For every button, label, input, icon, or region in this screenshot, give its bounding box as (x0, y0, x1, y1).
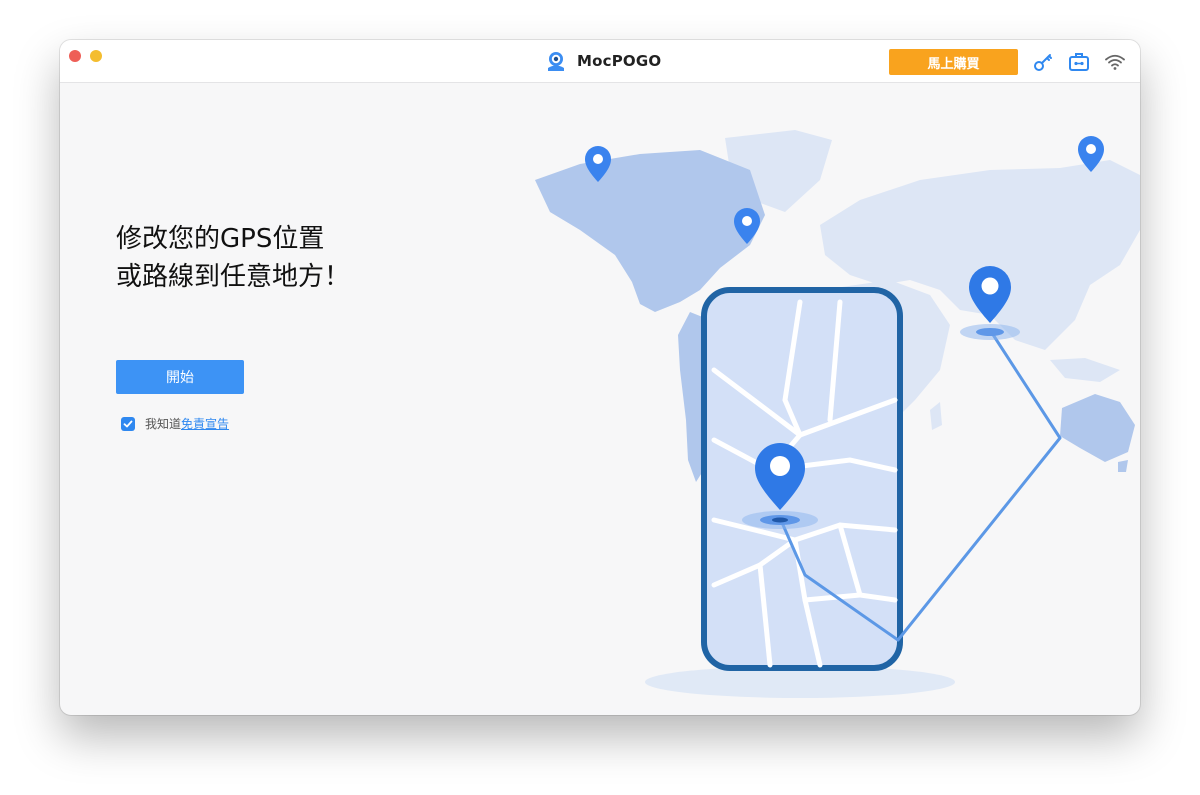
agree-prefix: 我知道 (145, 417, 182, 431)
agree-text: 我知道免責宣告 (145, 415, 229, 432)
agree-checkbox[interactable] (121, 416, 135, 431)
headline-line-1: 修改您的GPS位置 (116, 224, 325, 254)
disclaimer-agreement: 我知道免責宣告 (121, 415, 229, 432)
checkmark-icon (123, 420, 133, 427)
start-button[interactable]: 開始 (116, 360, 244, 394)
headline: 修改您的GPS位置 或路線到任意地方！ (116, 220, 350, 296)
app-window: MocPOGO 馬上購買 修改您的GPS位置 或路線到任意地方！ 開始 我知道免… (60, 40, 1140, 715)
headline-line-2: 或路線到任意地方！ (116, 262, 351, 292)
disclaimer-link[interactable]: 免責宣告 (181, 417, 229, 431)
